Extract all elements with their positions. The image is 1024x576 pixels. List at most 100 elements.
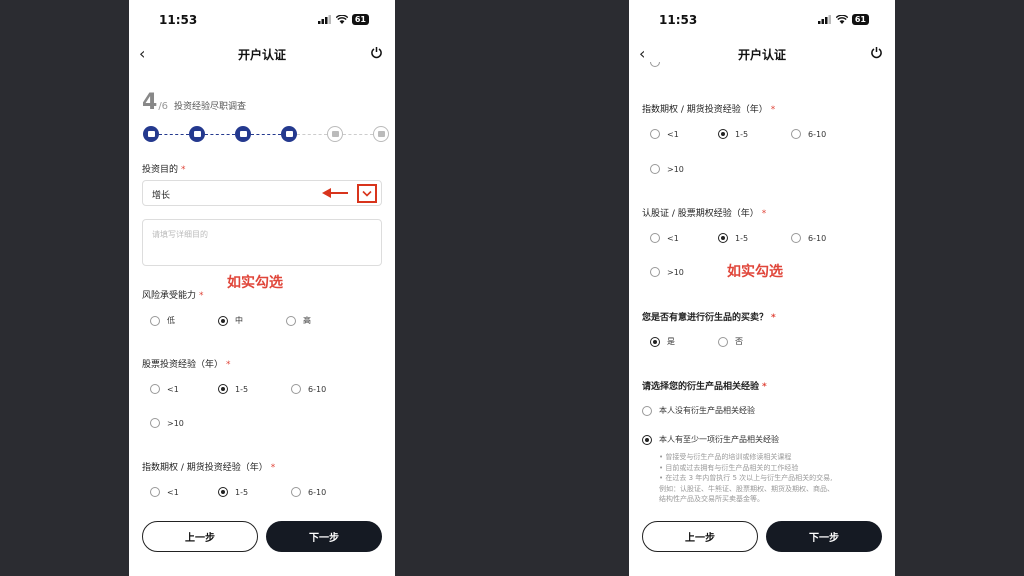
progress-line <box>297 134 327 135</box>
detail-line: 例如：认股证、牛熊证、股票期权、期货及期权、商品、 <box>659 484 834 493</box>
derivative-intent-label: 您是否有意进行衍生品的买卖？ * <box>642 313 776 323</box>
warrant-exp-option-lt1[interactable]: <1 <box>650 233 679 243</box>
step-finance-icon <box>235 126 251 142</box>
status-bar: 11:53 61 <box>129 10 395 30</box>
warrant-exp-option-gt10[interactable]: >10 <box>650 267 684 277</box>
radio-icon <box>150 384 160 394</box>
radio-icon <box>791 233 801 243</box>
risk-option-medium[interactable]: 中 <box>218 315 243 326</box>
radio-icon <box>291 487 301 497</box>
step-progress <box>143 126 389 144</box>
purpose-select-value: 增长 <box>152 191 171 201</box>
footer-actions: 上一步 下一步 <box>629 513 895 576</box>
step-investment-icon <box>281 126 297 142</box>
derivative-exp-details: • 曾接受与衍生产品的培训或修读相关课程 • 目前或过去拥有与衍生产品相关的工作… <box>659 452 889 505</box>
derivative-exp-option-none[interactable]: 本人没有衍生产品相关经验 <box>642 405 755 416</box>
stock-exp-option-1-5[interactable]: 1-5 <box>218 384 248 394</box>
signal-icon <box>817 15 831 24</box>
index-exp-option-gt10[interactable]: >10 <box>650 164 684 174</box>
radio-checked-icon <box>718 233 728 243</box>
battery-icon: 61 <box>851 14 869 25</box>
radio-icon <box>150 315 160 326</box>
signal-icon <box>317 15 331 24</box>
stock-exp-option-gt10[interactable]: >10 <box>150 418 184 428</box>
warrant-exp-option-1-5[interactable]: 1-5 <box>718 233 748 243</box>
progress-line <box>343 134 373 135</box>
status-time: 11:53 <box>159 13 198 27</box>
radio-icon <box>791 129 801 139</box>
step-label: 投资经验尽职调查 <box>174 102 247 112</box>
stock-exp-option-6-10[interactable]: 6-10 <box>291 384 326 394</box>
purpose-detail-placeholder: 请填写详细目的 <box>152 230 208 239</box>
status-time: 11:53 <box>659 13 698 27</box>
radio-checked-icon <box>218 384 228 394</box>
step-document-icon <box>327 126 343 142</box>
risk-label: 风险承受能力 * <box>142 291 204 301</box>
power-icon[interactable] <box>870 46 883 59</box>
risk-option-low[interactable]: 低 <box>150 315 175 326</box>
radio-icon <box>642 405 652 416</box>
annotation-label: 如实勾选 <box>227 275 283 291</box>
radio-checked-icon <box>650 336 660 347</box>
radio-icon <box>650 164 660 174</box>
footer-actions: 上一步 下一步 <box>129 513 395 576</box>
phone-screen-right: 11:53 61 ‹ 开户认证 指数期权 / 期货投资经验（年） * <1 1-5… <box>629 0 895 576</box>
detail-line: • 曾接受与衍生产品的培训或修读相关课程 <box>659 453 792 461</box>
radio-icon <box>718 336 728 347</box>
radio-icon <box>291 384 301 394</box>
step-signature-icon <box>373 126 389 142</box>
progress-line <box>205 134 235 135</box>
radio-icon <box>150 418 160 428</box>
arrow-left-icon <box>322 188 348 198</box>
derivative-intent-option-no[interactable]: 否 <box>718 336 743 347</box>
page-title: 开户认证 <box>737 48 786 62</box>
risk-option-high[interactable]: 高 <box>286 315 311 326</box>
step-indicator: 4 /6 投资经验尽职调查 <box>142 90 246 115</box>
radio-icon <box>150 487 160 497</box>
power-icon[interactable] <box>370 46 383 59</box>
nav-bar: ‹ 开户认证 <box>629 42 895 66</box>
radio-checked-icon <box>718 129 728 139</box>
prev-step-button[interactable]: 上一步 <box>142 521 258 552</box>
phone-screen-left: 11:53 61 ‹ 开户认证 4 /6 投资经验尽职调查 投资目的* 增长 <box>129 0 395 576</box>
warrant-exp-label: 认股证 / 股票期权经验（年） * <box>642 209 767 219</box>
radio-icon <box>650 129 660 139</box>
next-step-button[interactable]: 下一步 <box>266 521 382 552</box>
page-title: 开户认证 <box>237 48 286 62</box>
index-exp-label: 指数期权 / 期货投资经验（年） * <box>142 463 276 473</box>
index-exp-option-6-10[interactable]: 6-10 <box>791 129 826 139</box>
battery-icon: 61 <box>351 14 369 25</box>
progress-line <box>159 134 189 135</box>
status-bar: 11:53 61 <box>629 10 895 30</box>
index-exp-option-lt1[interactable]: <1 <box>650 129 679 139</box>
step-personal-info-icon <box>189 126 205 142</box>
nav-bar: ‹ 开户认证 <box>129 42 395 66</box>
wifi-icon <box>835 15 848 24</box>
radio-icon <box>650 62 660 68</box>
derivative-exp-label: 请选择您的衍生产品相关经验 * <box>642 382 767 392</box>
index-exp-option-6-10[interactable]: 6-10 <box>291 487 326 497</box>
warrant-exp-option-6-10[interactable]: 6-10 <box>791 233 826 243</box>
radio-checked-icon <box>218 315 228 326</box>
radio-icon <box>650 233 660 243</box>
radio-checked-icon <box>642 434 652 445</box>
step-id-card-icon <box>143 126 159 142</box>
index-exp-option-1-5[interactable]: 1-5 <box>218 487 248 497</box>
index-exp-option-lt1[interactable]: <1 <box>150 487 179 497</box>
detail-line: • 目前或过去拥有与衍生产品相关的工作经验 <box>659 463 799 472</box>
stock-exp-option-lt1[interactable]: <1 <box>150 384 179 394</box>
wifi-icon <box>335 15 348 24</box>
detail-line: • 在过去 3 年内曾执行 5 次以上与衍生产品相关的交易, <box>659 474 833 482</box>
prev-step-button[interactable]: 上一步 <box>642 521 758 552</box>
radio-checked-icon <box>218 487 228 497</box>
index-exp-option-1-5[interactable]: 1-5 <box>718 129 748 139</box>
next-step-button[interactable]: 下一步 <box>766 521 882 552</box>
derivative-exp-option-some[interactable]: 本人有至少一项衍生产品相关经验 <box>642 434 779 445</box>
progress-line <box>251 134 281 135</box>
chevron-down-icon[interactable] <box>357 184 377 203</box>
index-exp-label: 指数期权 / 期货投资经验（年） * <box>642 105 776 115</box>
step-total: /6 <box>158 101 169 112</box>
radio-icon <box>650 267 660 277</box>
derivative-intent-option-yes[interactable]: 是 <box>650 336 675 347</box>
purpose-detail-field[interactable]: 请填写详细目的 <box>142 219 382 266</box>
